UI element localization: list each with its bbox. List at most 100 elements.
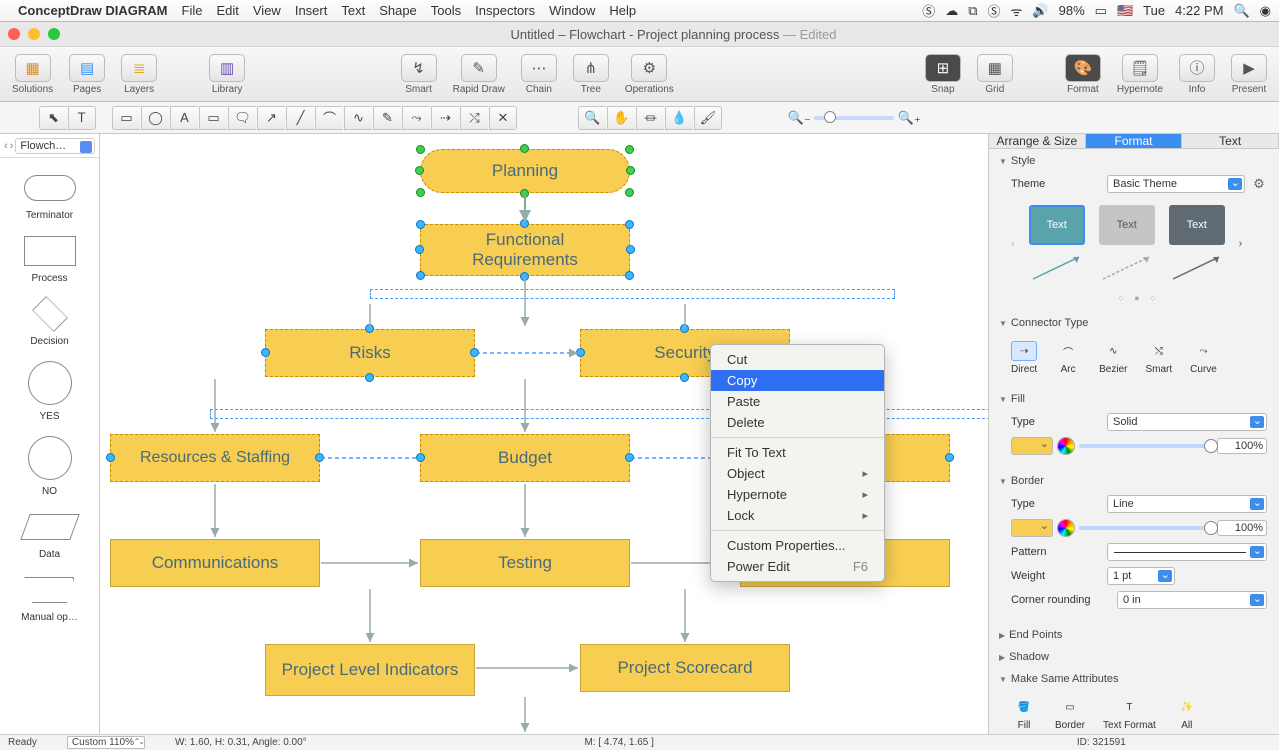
section-style[interactable]: Style bbox=[989, 149, 1279, 171]
tb-smart[interactable]: ↯Smart bbox=[395, 52, 443, 97]
menu-view[interactable]: View bbox=[253, 3, 281, 18]
ctx-lock[interactable]: Lock bbox=[711, 505, 884, 526]
tool-eyedropper[interactable]: 💧 bbox=[665, 106, 693, 130]
conn-arc[interactable]: ⌒Arc bbox=[1055, 341, 1081, 375]
section-border[interactable]: Border bbox=[989, 469, 1279, 491]
section-fill[interactable]: Fill bbox=[989, 387, 1279, 409]
tool-rect[interactable]: ▭ bbox=[112, 106, 140, 130]
menu-tools[interactable]: Tools bbox=[431, 3, 461, 18]
menu-file[interactable]: File bbox=[182, 3, 203, 18]
traffic-minimize[interactable] bbox=[28, 28, 40, 40]
tool-connection-point[interactable]: ✕ bbox=[489, 106, 517, 130]
breadcrumb-back[interactable]: ‹ bbox=[4, 140, 8, 152]
fill-opacity-value[interactable]: 100% bbox=[1217, 438, 1267, 454]
tab-format[interactable]: Format bbox=[1086, 134, 1183, 148]
node-budget[interactable]: Budget bbox=[420, 434, 630, 482]
traffic-close[interactable] bbox=[8, 28, 20, 40]
tool-pointer[interactable]: ⬉ bbox=[39, 106, 67, 130]
conn-bezier[interactable]: ∿Bezier bbox=[1099, 341, 1127, 375]
node-functional-requirements[interactable]: Functional Requirements bbox=[420, 224, 630, 276]
library-dropdown[interactable]: Flowch… bbox=[15, 138, 95, 154]
ctx-cut[interactable]: Cut bbox=[711, 349, 884, 370]
theme-prev[interactable]: ‹ bbox=[1011, 238, 1015, 250]
section-shadow[interactable]: Shadow bbox=[989, 645, 1279, 667]
node-communications[interactable]: Communications bbox=[110, 539, 320, 587]
tool-textbox[interactable]: ▭ bbox=[199, 106, 227, 130]
node-resources[interactable]: Resources & Staffing bbox=[110, 434, 320, 482]
ctx-power-edit[interactable]: Power EditF6 bbox=[711, 556, 884, 577]
tb-format[interactable]: 🎨Format bbox=[1059, 52, 1107, 97]
menu-edit[interactable]: Edit bbox=[216, 3, 238, 18]
node-risks[interactable]: Risks bbox=[265, 329, 475, 377]
menu-help[interactable]: Help bbox=[609, 3, 636, 18]
tb-info[interactable]: ⓘInfo bbox=[1173, 52, 1221, 97]
tb-layers[interactable]: ≣Layers bbox=[115, 52, 163, 97]
tb-operations[interactable]: ⚙Operations bbox=[619, 52, 680, 97]
theme-swatch-2[interactable]: Text bbox=[1099, 205, 1155, 245]
node-testing[interactable]: Testing bbox=[420, 539, 630, 587]
border-opacity-value[interactable]: 100% bbox=[1217, 520, 1267, 536]
canvas[interactable]: Planning Functional Requirements Risks S… bbox=[100, 134, 989, 734]
theme-swatch-1[interactable]: Text bbox=[1029, 205, 1085, 245]
conn-smart[interactable]: ⤭Smart bbox=[1145, 341, 1172, 375]
tool-zoom[interactable]: 🔍 bbox=[578, 106, 606, 130]
border-type-dropdown[interactable]: Line bbox=[1107, 495, 1267, 513]
tb-snap[interactable]: ⊞Snap bbox=[919, 52, 967, 97]
ctx-fit-to-text[interactable]: Fit To Text bbox=[711, 442, 884, 463]
tb-pages[interactable]: ▤Pages bbox=[63, 52, 111, 97]
menu-insert[interactable]: Insert bbox=[295, 3, 328, 18]
border-weight-input[interactable]: 1 pt bbox=[1107, 567, 1175, 585]
shape-data[interactable]: Data bbox=[22, 509, 78, 560]
tab-text[interactable]: Text bbox=[1182, 134, 1279, 148]
zoom-slider[interactable] bbox=[814, 116, 894, 120]
menu-shape[interactable]: Shape bbox=[379, 3, 417, 18]
theme-arrow-3[interactable] bbox=[1169, 253, 1225, 283]
tb-hypernote[interactable]: 🗒Hypernote bbox=[1111, 52, 1169, 97]
tool-bezier[interactable]: ⤳ bbox=[402, 106, 430, 130]
ctx-object[interactable]: Object bbox=[711, 463, 884, 484]
tool-smart-connector[interactable]: ⤭ bbox=[460, 106, 488, 130]
traffic-zoom[interactable] bbox=[48, 28, 60, 40]
border-color-chip[interactable] bbox=[1011, 519, 1053, 537]
shape-terminator[interactable]: Terminator bbox=[22, 170, 78, 221]
node-planning[interactable]: Planning bbox=[420, 149, 630, 193]
tool-callout[interactable]: 🗨 bbox=[228, 106, 256, 130]
section-end-points[interactable]: End Points bbox=[989, 623, 1279, 645]
shape-no[interactable]: NO bbox=[22, 434, 78, 497]
section-make-same[interactable]: Make Same Attributes bbox=[989, 667, 1279, 689]
theme-swatch-3[interactable]: Text bbox=[1169, 205, 1225, 245]
tab-arrange-size[interactable]: Arrange & Size bbox=[989, 134, 1086, 148]
tb-library[interactable]: ▥Library bbox=[203, 52, 251, 97]
menu-text[interactable]: Text bbox=[341, 3, 365, 18]
theme-arrow-1[interactable] bbox=[1029, 253, 1085, 283]
breadcrumb-fwd[interactable]: › bbox=[10, 140, 14, 152]
shape-process[interactable]: Process bbox=[22, 233, 78, 284]
corner-rounding-dropdown[interactable]: 0 in bbox=[1117, 591, 1267, 609]
zoom-dropdown[interactable]: Custom 110% bbox=[67, 736, 145, 749]
tool-spline[interactable]: ∿ bbox=[344, 106, 372, 130]
tool-text-select[interactable]: Ꭲ bbox=[68, 106, 96, 130]
tb-grid[interactable]: ▦Grid bbox=[971, 52, 1019, 97]
shape-decision[interactable]: Decision bbox=[22, 296, 78, 347]
siri-icon[interactable]: ◉ bbox=[1260, 3, 1271, 19]
fill-color-wheel-icon[interactable] bbox=[1057, 437, 1075, 455]
tool-stamp[interactable]: ⏛ bbox=[636, 106, 664, 130]
tool-text[interactable]: A bbox=[170, 106, 198, 130]
section-connector-type[interactable]: Connector Type bbox=[989, 311, 1279, 333]
theme-dropdown[interactable]: Basic Theme bbox=[1107, 175, 1245, 193]
tool-ellipse[interactable]: ◯ bbox=[141, 106, 169, 130]
menu-window[interactable]: Window bbox=[549, 3, 595, 18]
tool-zoom-out[interactable]: 🔍₋ bbox=[785, 106, 813, 130]
border-color-wheel-icon[interactable] bbox=[1057, 519, 1075, 537]
tool-pan[interactable]: ✋ bbox=[607, 106, 635, 130]
make-text-format[interactable]: TText Format bbox=[1103, 697, 1156, 731]
spotlight-icon[interactable]: 🔍 bbox=[1233, 3, 1249, 19]
conn-curve[interactable]: ⤳Curve bbox=[1190, 341, 1217, 375]
fill-opacity-slider[interactable] bbox=[1079, 444, 1213, 448]
tool-paint[interactable]: 🖌 bbox=[694, 106, 722, 130]
tool-arrow[interactable]: ↗ bbox=[257, 106, 285, 130]
ctx-custom-properties[interactable]: Custom Properties... bbox=[711, 535, 884, 556]
theme-next[interactable]: › bbox=[1239, 238, 1243, 250]
node-project-scorecard[interactable]: Project Scorecard bbox=[580, 644, 790, 692]
menu-inspectors[interactable]: Inspectors bbox=[475, 3, 535, 18]
